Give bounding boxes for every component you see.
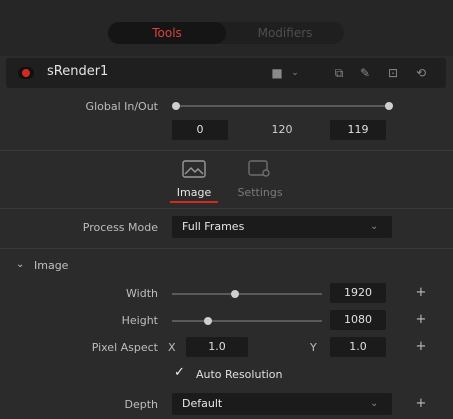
tab-tools[interactable]: Tools [108, 22, 226, 44]
height-slider[interactable] [172, 320, 322, 322]
add-keyframe-icon[interactable]: + [415, 310, 427, 330]
divider [0, 208, 453, 209]
global-out-field[interactable]: 119 [330, 120, 386, 140]
process-mode-label: Process Mode [82, 221, 158, 234]
global-inout-label: Global In/Out [85, 100, 158, 113]
lock-icon[interactable]: ⊡ [386, 66, 400, 80]
add-keyframe-icon[interactable]: + [415, 337, 427, 357]
chevron-down-icon[interactable]: ⌄ [288, 66, 302, 80]
add-keyframe-icon[interactable]: + [415, 283, 427, 303]
chevron-down-icon: ⌄ [370, 221, 379, 232]
image-tab-icon[interactable] [182, 160, 206, 178]
auto-resolution-label[interactable]: Auto Resolution [196, 368, 283, 381]
height-field[interactable]: 1080 [330, 310, 386, 330]
node-name: sRender1 [47, 64, 109, 79]
auto-resolution-checkbox[interactable]: ✓ [174, 365, 185, 380]
width-field[interactable]: 1920 [330, 283, 386, 303]
add-keyframe-icon[interactable]: + [415, 394, 427, 414]
chevron-down-icon: ⌄ [370, 398, 379, 409]
width-slider-handle[interactable] [231, 290, 239, 298]
global-inout-track[interactable] [176, 105, 390, 107]
x-label: X [168, 341, 176, 354]
height-label: Height [121, 314, 158, 327]
depth-value: Default [182, 397, 223, 410]
depth-label: Depth [124, 398, 158, 411]
versions-icon[interactable]: ⧉ [332, 66, 346, 80]
tab-settings[interactable]: Settings [234, 186, 286, 199]
width-slider[interactable] [172, 293, 322, 295]
process-mode-value: Full Frames [182, 220, 245, 233]
image-section-header[interactable]: Image [34, 259, 68, 272]
pixel-aspect-label: Pixel Aspect [91, 341, 158, 354]
tab-modifiers[interactable]: Modifiers [226, 22, 344, 44]
y-label: Y [310, 341, 317, 354]
height-slider-handle[interactable] [204, 317, 212, 325]
divider [0, 150, 453, 151]
tab-image[interactable]: Image [170, 186, 218, 199]
global-out-handle[interactable] [385, 102, 393, 110]
global-in-field[interactable]: 0 [172, 120, 228, 140]
divider [0, 248, 453, 249]
width-label: Width [126, 287, 158, 300]
node-enable-toggle[interactable] [18, 67, 34, 79]
pixel-aspect-x-field[interactable]: 1.0 [186, 337, 248, 357]
active-tab-indicator [170, 201, 218, 203]
color-swatch-icon[interactable]: ■ [270, 66, 284, 80]
global-in-handle[interactable] [172, 102, 180, 110]
reset-icon[interactable]: ⟲ [414, 66, 428, 80]
settings-tab-icon[interactable] [248, 160, 272, 178]
collapse-chevron-icon[interactable]: ⌄ [16, 259, 24, 270]
pixel-aspect-y-field[interactable]: 1.0 [330, 337, 386, 357]
pin-icon[interactable]: ✎ [358, 66, 372, 80]
global-duration-value: 120 [271, 123, 293, 136]
